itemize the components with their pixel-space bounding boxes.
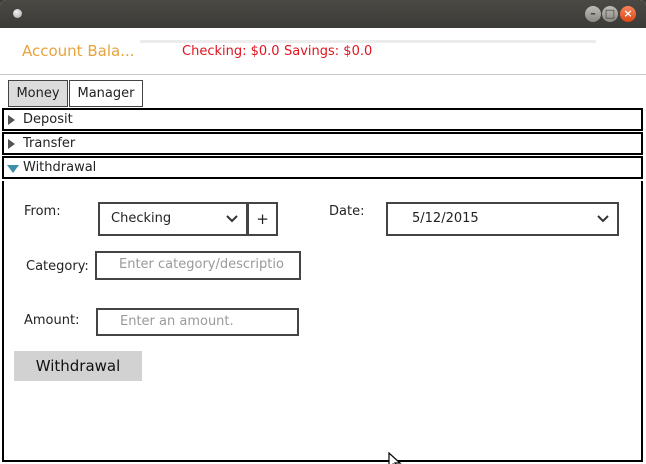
from-account-select[interactable]: Checking: [98, 202, 248, 236]
close-button[interactable]: ×: [620, 6, 636, 22]
accordion-withdrawal-label: Withdrawal: [23, 160, 97, 175]
chevron-down-icon: [597, 209, 609, 233]
maximize-button[interactable]: □: [602, 6, 618, 22]
accordion-withdrawal[interactable]: Withdrawal: [2, 156, 643, 179]
accordion-transfer-label: Transfer: [23, 136, 76, 151]
triangle-right-icon: [8, 139, 15, 149]
app-window: – □ × Account Bala... Checking: $0.0 Sav…: [0, 0, 646, 464]
accordion-deposit-label: Deposit: [23, 112, 73, 127]
chevron-down-icon: [226, 209, 238, 233]
tab-manager[interactable]: Manager: [69, 80, 143, 107]
date-label: Date:: [329, 204, 365, 219]
triangle-right-icon: [8, 115, 15, 125]
triangle-down-icon: [7, 165, 19, 173]
account-balance-label: Account Bala...: [22, 42, 135, 60]
checking-balance: Checking: $0.0: [182, 44, 280, 59]
from-account-value: Checking: [111, 211, 172, 226]
title-bar[interactable]: – □ ×: [0, 0, 646, 28]
balance-divider: [140, 40, 596, 43]
savings-balance: Savings: $0.0: [284, 44, 373, 59]
amount-label: Amount:: [24, 313, 80, 328]
add-account-button[interactable]: +: [247, 202, 278, 236]
withdrawal-button[interactable]: Withdrawal: [14, 351, 142, 381]
date-value: 5/12/2015: [412, 211, 479, 226]
accordion-deposit[interactable]: Deposit: [2, 108, 643, 131]
amount-input[interactable]: Enter an amount.: [96, 308, 299, 336]
balance-header: Account Bala... Checking: $0.0 Savings: …: [0, 28, 646, 75]
accordion-transfer[interactable]: Transfer: [2, 132, 643, 155]
from-label: From:: [24, 204, 61, 219]
window-menu-icon[interactable]: [13, 9, 22, 18]
category-input[interactable]: Enter category/descriptio: [95, 251, 301, 280]
date-picker[interactable]: 5/12/2015: [386, 202, 619, 236]
category-label: Category:: [26, 259, 89, 274]
minimize-button[interactable]: –: [585, 6, 601, 22]
tab-money[interactable]: Money: [8, 80, 68, 107]
content-area: Account Bala... Checking: $0.0 Savings: …: [0, 28, 646, 464]
